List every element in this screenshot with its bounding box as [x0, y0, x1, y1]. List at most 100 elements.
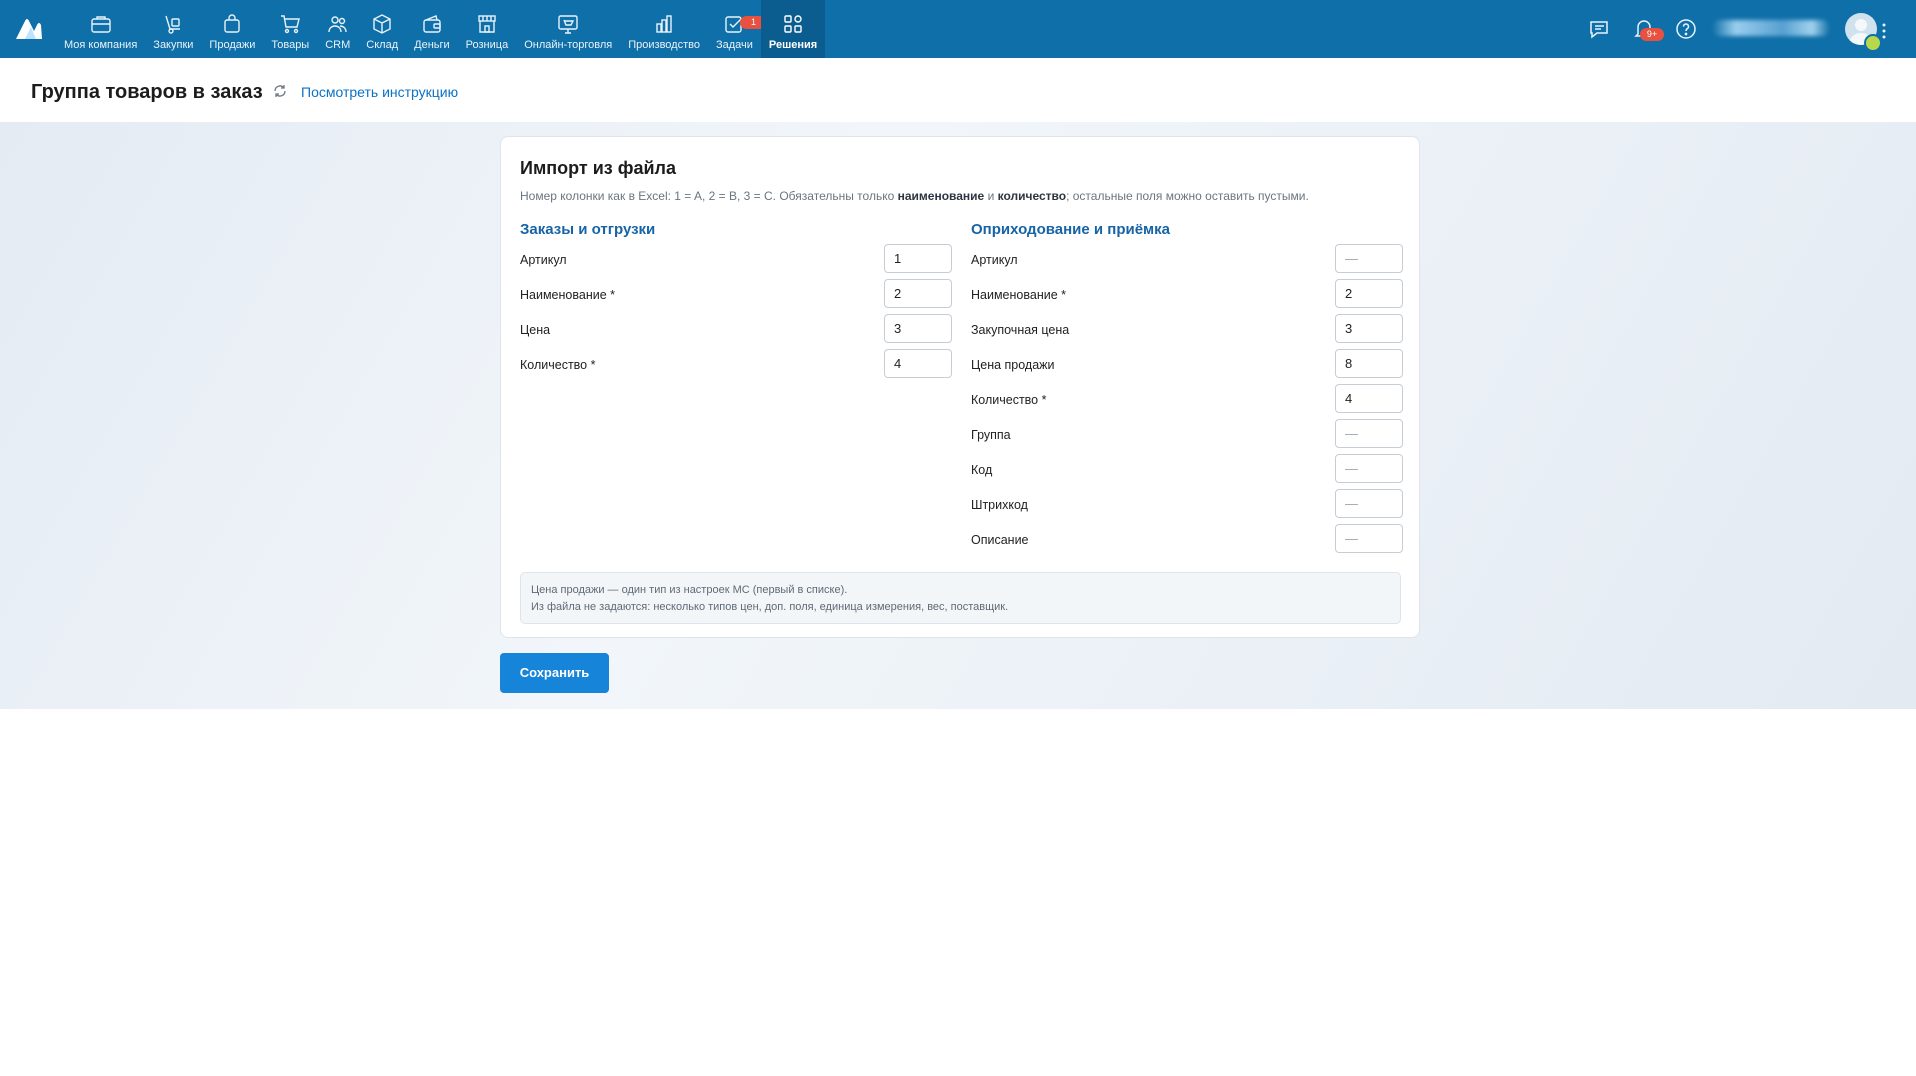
- field-label: Артикул: [971, 253, 1018, 267]
- field-row: Наименование * 2: [971, 278, 1403, 313]
- field-label: Количество *: [520, 358, 596, 372]
- orders-shipments-column: Заказы и отгрузки Артикул 1 Наименование…: [520, 221, 952, 383]
- users-icon: [328, 16, 347, 33]
- moysklad-logo-icon[interactable]: [14, 15, 44, 41]
- field-label: Группа: [971, 428, 1011, 442]
- info-note: Цена продажи — один тип из настроек МС (…: [520, 572, 1401, 624]
- nav-item-products[interactable]: Товары: [263, 0, 317, 58]
- note-line: Цена продажи — один тип из настроек МС (…: [531, 584, 848, 596]
- refresh-icon[interactable]: [273, 84, 287, 98]
- field-row: Цена продажи 8: [971, 348, 1403, 383]
- card-title: Импорт из файла: [520, 158, 676, 178]
- note-line: Из файла не задаются: несколько типов це…: [531, 601, 1009, 613]
- price-column-input[interactable]: 3: [884, 314, 952, 343]
- field-label: Описание: [971, 533, 1029, 547]
- name-column-input[interactable]: 2: [1335, 279, 1403, 308]
- field-row: Штрихкод —: [971, 488, 1403, 523]
- field-row: Артикул —: [971, 243, 1403, 278]
- quantity-column-input[interactable]: 4: [1335, 384, 1403, 413]
- nav-item-tasks[interactable]: Задачи 1: [708, 0, 767, 58]
- online-store-icon: [558, 15, 578, 34]
- nav-item-solutions[interactable]: Решения: [760, 0, 826, 58]
- field-row: Закупочная цена 3: [971, 313, 1403, 348]
- top-navigation-bar: Моя компания Закупки Продажи Товары CRM …: [0, 0, 1916, 58]
- group-column-input[interactable]: —: [1335, 419, 1403, 448]
- field-label: Количество *: [971, 393, 1047, 407]
- field-row: Группа —: [971, 418, 1403, 453]
- nav-label: Закупки: [153, 39, 194, 51]
- purchase-price-column-input[interactable]: 3: [1335, 314, 1403, 343]
- article-column-input[interactable]: —: [1335, 244, 1403, 273]
- code-column-input[interactable]: —: [1335, 454, 1403, 483]
- dolly-icon: [165, 15, 181, 34]
- article-column-input[interactable]: 1: [884, 244, 952, 273]
- desc-text: Номер колонки как в Excel: 1 = A, 2 = B,…: [520, 189, 898, 203]
- field-label: Наименование *: [520, 288, 615, 302]
- wallet-icon: [423, 15, 441, 33]
- notifications-badge: 9+: [1640, 28, 1664, 41]
- storefront-icon: [478, 15, 496, 33]
- nav-item-production[interactable]: Производство: [620, 0, 708, 58]
- page-title: Группа товаров в заказ: [31, 81, 263, 103]
- nav-item-purchases[interactable]: Закупки: [145, 0, 201, 58]
- nav-label: Склад: [366, 39, 399, 51]
- desc-text: и: [984, 189, 998, 203]
- nav-item-warehouse[interactable]: Склад: [358, 0, 406, 58]
- instruction-link[interactable]: Посмотреть инструкцию: [301, 84, 458, 100]
- nav-label: Задачи: [715, 39, 753, 51]
- nav-label: Товары: [271, 39, 310, 51]
- card-description: Номер колонки как в Excel: 1 = A, 2 = B,…: [520, 189, 1309, 203]
- section-title-receiving: Оприходование и приёмка: [971, 221, 1171, 238]
- cart-icon: [281, 15, 301, 34]
- field-row: Количество * 4: [971, 383, 1403, 418]
- field-row: Наименование * 2: [520, 278, 952, 313]
- shopping-bag-icon: [224, 14, 241, 33]
- more-vertical-icon[interactable]: [1882, 22, 1886, 40]
- nav-label: Онлайн-торговля: [524, 39, 613, 51]
- field-label: Артикул: [520, 253, 567, 267]
- desc-bold-name: наименование: [897, 189, 985, 203]
- page-header: Группа товаров в заказ Посмотреть инстру…: [0, 58, 1916, 122]
- field-label: Штрихкод: [971, 498, 1028, 512]
- name-column-input[interactable]: 2: [884, 279, 952, 308]
- box-icon: [373, 14, 391, 34]
- apps-grid-icon: [784, 15, 802, 33]
- description-column-input[interactable]: —: [1335, 524, 1403, 553]
- nav-item-online-trade[interactable]: Онлайн-торговля: [516, 0, 620, 58]
- barcode-column-input[interactable]: —: [1335, 489, 1403, 518]
- nav-label: Решения: [768, 39, 818, 51]
- field-row: Цена 3: [520, 313, 952, 348]
- field-row: Описание —: [971, 523, 1403, 558]
- save-button[interactable]: Сохранить: [500, 653, 609, 693]
- receiving-column: Оприходование и приёмка Артикул — Наимен…: [971, 221, 1403, 558]
- section-title-orders: Заказы и отгрузки: [520, 221, 656, 238]
- nav-item-my-company[interactable]: Моя компания: [56, 0, 145, 58]
- field-label: Цена: [520, 323, 551, 337]
- quantity-column-input[interactable]: 4: [884, 349, 952, 378]
- nav-item-money[interactable]: Деньги: [406, 0, 458, 58]
- main-nav: Моя компания Закупки Продажи Товары CRM …: [56, 0, 826, 58]
- sale-price-column-input[interactable]: 8: [1335, 349, 1403, 378]
- import-settings-card: Импорт из файла Номер колонки как в Exce…: [500, 136, 1420, 638]
- field-row: Количество * 4: [520, 348, 952, 383]
- nav-label: Продажи: [209, 39, 256, 51]
- nav-label: Деньги: [414, 39, 450, 51]
- field-label: Закупочная цена: [971, 323, 1070, 337]
- desc-text: ; остальные поля можно оставить пустыми.: [1066, 189, 1309, 203]
- tariff-badge-icon: [1864, 34, 1882, 52]
- user-name-redacted[interactable]: [1712, 20, 1830, 36]
- field-label: Код: [971, 463, 993, 477]
- nav-item-sales[interactable]: Продажи: [201, 0, 263, 58]
- nav-label: Производство: [628, 39, 700, 51]
- chat-icon[interactable]: [1588, 17, 1612, 41]
- desc-bold-quantity: количество: [997, 189, 1067, 203]
- field-row: Артикул 1: [520, 243, 952, 278]
- field-row: Код —: [971, 453, 1403, 488]
- nav-item-crm[interactable]: CRM: [317, 0, 358, 58]
- bar-chart-icon: [656, 15, 672, 33]
- nav-item-retail[interactable]: Розница: [458, 0, 517, 58]
- field-label: Цена продажи: [971, 358, 1055, 372]
- help-icon[interactable]: [1674, 17, 1698, 41]
- nav-label: Розница: [465, 39, 509, 51]
- briefcase-icon: [90, 16, 111, 33]
